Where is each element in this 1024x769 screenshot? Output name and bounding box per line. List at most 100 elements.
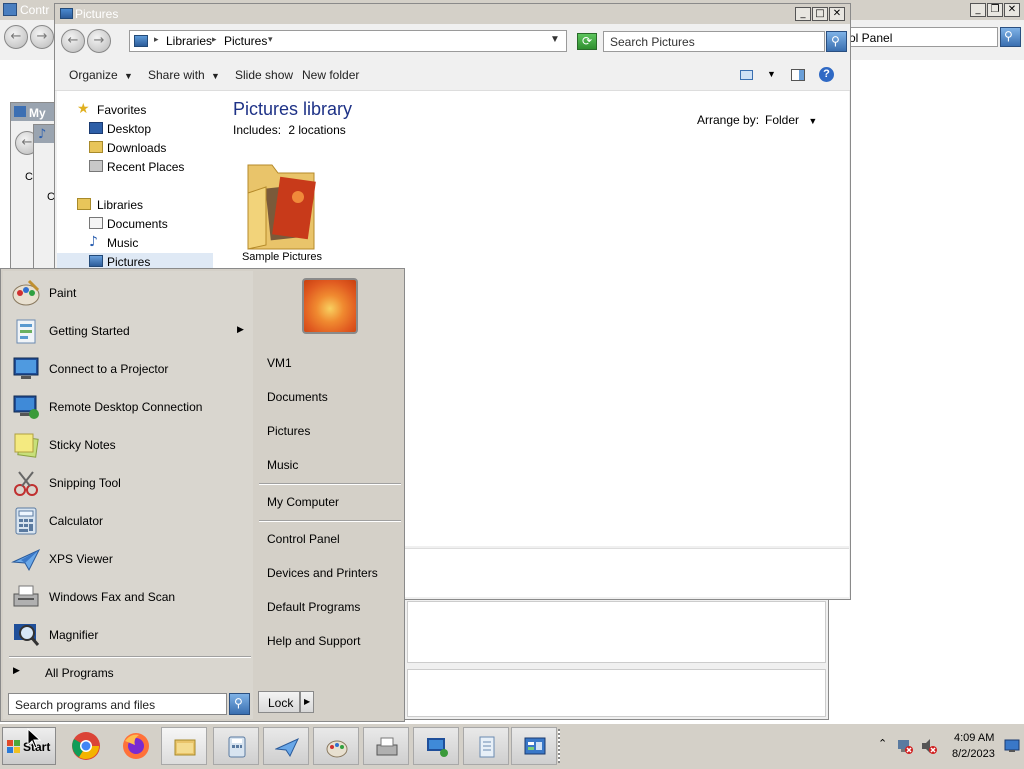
explorer-titlebar[interactable]: Pictures _ □ ✕ — [55, 4, 850, 24]
sidebar-item-desktop[interactable]: Desktop — [57, 120, 213, 139]
arrange-by-dropdown[interactable]: Folder ▼ — [765, 113, 817, 127]
taskbar-paint-button[interactable] — [313, 727, 359, 765]
program-remote-desktop-connection[interactable]: Remote Desktop Connection — [7, 389, 249, 425]
submenu-arrow-icon: ▶ — [237, 324, 244, 334]
taskbar-xps-viewer-button[interactable] — [263, 727, 309, 765]
taskbar-separator — [558, 729, 560, 763]
program-connect-to-a-projector[interactable]: Connect to a Projector — [7, 351, 249, 387]
control-panel-close-button[interactable]: ✕ — [1004, 3, 1020, 17]
my-computer-app-icon — [14, 106, 26, 117]
start-search-button[interactable]: ⚲ — [229, 693, 250, 715]
network-error-icon[interactable] — [896, 737, 914, 755]
taskbar-fax-scan-button[interactable] — [363, 727, 409, 765]
explorer-forward-button[interactable]: → — [87, 29, 111, 53]
taskbar-firefox-button[interactable] — [113, 727, 159, 765]
program-windows-fax-and-scan[interactable]: Windows Fax and Scan — [7, 579, 249, 615]
view-options-icon[interactable] — [740, 70, 753, 80]
magnifier-icon — [14, 624, 40, 646]
background-window-pane-2 — [407, 669, 826, 717]
breadcrumb-libraries[interactable]: Libraries — [166, 34, 212, 48]
start-button[interactable]: Start — [2, 727, 56, 765]
view-dropdown-icon[interactable]: ▼ — [767, 69, 776, 79]
control-panel-search-input[interactable]: ol Panel — [846, 27, 998, 47]
link-default-programs[interactable]: Default Programs — [267, 600, 360, 614]
taskbar-control-panel-button[interactable] — [511, 727, 557, 765]
taskbar-remote-desktop-button[interactable] — [413, 727, 459, 765]
mouse-cursor-icon — [27, 728, 42, 749]
library-heading: Pictures library — [233, 99, 353, 119]
library-address-icon — [134, 35, 148, 47]
control-panel-back-button[interactable]: ← — [4, 25, 28, 49]
control-panel-title: Contr — [20, 3, 50, 17]
sidebar-header-libraries[interactable]: Libraries — [57, 196, 213, 215]
search-icon: ⚲ — [234, 696, 243, 710]
link-documents[interactable]: Documents — [267, 390, 328, 404]
clock-time[interactable]: 4:09 AM — [954, 732, 994, 744]
control-panel-forward-button[interactable]: → — [30, 25, 54, 49]
taskbar-calculator-button[interactable] — [213, 727, 259, 765]
lock-button[interactable]: Lock — [258, 691, 300, 713]
show-hidden-icons-button[interactable]: ⌃ — [878, 737, 887, 750]
link-music[interactable]: Music — [267, 458, 298, 472]
volume-muted-icon[interactable] — [920, 737, 938, 755]
all-programs-item[interactable]: ▶ All Programs — [9, 663, 251, 683]
address-dropdown-icon[interactable]: ▼ — [550, 34, 560, 45]
control-panel-search-button[interactable]: ⚲ — [1000, 27, 1021, 47]
sidebar-item-downloads[interactable]: Downloads — [57, 139, 213, 158]
recent-places-icon — [89, 160, 103, 172]
background-window-frame — [404, 598, 829, 720]
explorer-search-button[interactable]: ⚲ — [826, 31, 847, 52]
taskbar-notepad-button[interactable] — [463, 727, 509, 765]
explorer-back-button[interactable]: ← — [61, 29, 85, 53]
program-snipping-tool[interactable]: Snipping Tool — [7, 465, 249, 501]
program-paint[interactable]: Paint — [7, 275, 249, 311]
share-with-button[interactable]: Share with ▼ — [148, 68, 220, 82]
show-desktop-icon[interactable] — [1004, 739, 1020, 753]
fax-scan-icon — [13, 585, 39, 607]
program-calculator[interactable]: Calculator — [7, 503, 249, 539]
folder-label: Sample Pictures — [241, 251, 323, 263]
link-my-computer[interactable]: My Computer — [267, 495, 339, 509]
details-pane — [405, 548, 849, 597]
sidebar-item-documents[interactable]: Documents — [57, 215, 213, 234]
control-panel-restore-button[interactable]: ❐ — [987, 3, 1003, 17]
control-panel-minimize-button[interactable]: _ — [970, 3, 986, 17]
preview-pane-icon[interactable] — [791, 69, 805, 81]
user-link-vm1[interactable]: VM1 — [267, 356, 292, 370]
folder-item-sample-pictures[interactable]: Sample Pictures — [237, 149, 327, 267]
link-control-panel[interactable]: Control Panel — [267, 532, 340, 546]
new-folder-button[interactable]: New folder — [302, 68, 359, 82]
sidebar-item-recent-places[interactable]: Recent Places — [57, 158, 213, 177]
star-icon: ★ — [77, 101, 90, 117]
clock-date[interactable]: 8/2/2023 — [952, 748, 995, 760]
slide-show-button[interactable]: Slide show — [235, 68, 293, 82]
my-computer-title: My — [29, 106, 46, 120]
start-search-input[interactable]: Search programs and files — [8, 693, 227, 715]
user-picture[interactable] — [302, 278, 358, 334]
taskbar-explorer-button[interactable] — [161, 727, 207, 765]
refresh-button[interactable]: ⟳ — [577, 33, 597, 50]
program-magnifier[interactable]: Magnifier — [7, 617, 249, 653]
link-pictures[interactable]: Pictures — [267, 424, 310, 438]
sidebar-header-favorites[interactable]: ★ Favorites — [57, 101, 213, 120]
lock-options-button[interactable]: ▶ — [300, 691, 314, 713]
music-icon: ♪ — [89, 234, 98, 250]
link-devices-and-printers[interactable]: Devices and Printers — [267, 566, 378, 580]
breadcrumb-pictures[interactable]: Pictures — [224, 34, 267, 48]
program-sticky-notes[interactable]: Sticky Notes — [7, 427, 249, 463]
help-button[interactable]: ? — [819, 67, 834, 82]
explorer-maximize-button[interactable]: □ — [812, 7, 828, 21]
address-bar[interactable]: ▸ Libraries ▸ Pictures ▾ ▼ — [129, 30, 567, 52]
taskbar-chrome-button[interactable] — [63, 727, 109, 765]
explorer-search-input[interactable]: Search Pictures — [603, 31, 825, 52]
organize-button[interactable]: Organize ▼ — [69, 68, 133, 82]
link-help-and-support[interactable]: Help and Support — [267, 634, 360, 648]
explorer-minimize-button[interactable]: _ — [795, 7, 811, 21]
includes-locations-link[interactable]: 2 locations — [288, 123, 345, 137]
program-xps-viewer[interactable]: XPS Viewer — [7, 541, 249, 577]
firefox-icon — [123, 733, 149, 759]
sidebar-item-music[interactable]: ♪ Music — [57, 234, 213, 253]
program-getting-started[interactable]: Getting Started ▶ — [7, 313, 249, 349]
explorer-close-button[interactable]: ✕ — [829, 7, 845, 21]
sticky-notes-icon — [14, 433, 39, 458]
